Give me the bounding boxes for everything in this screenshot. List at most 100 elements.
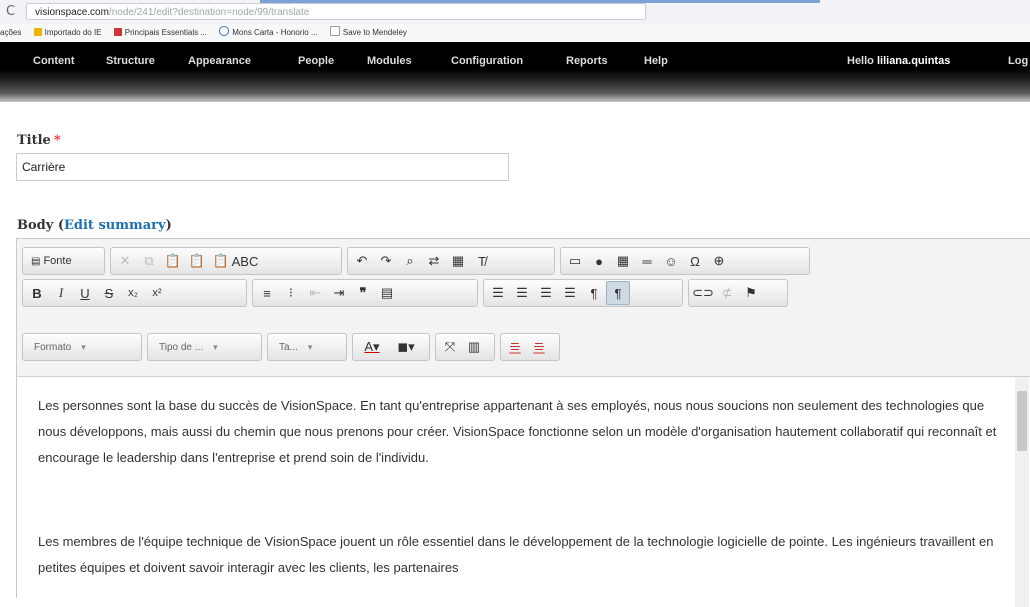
required-marker: * — [53, 133, 61, 148]
copy-icon[interactable]: ⧉ — [137, 249, 161, 273]
find-icon[interactable]: ⌕ — [398, 249, 422, 273]
text-color-icon[interactable]: A▾ — [355, 335, 389, 359]
admin-toolbar: Content Structure Appearance People Modu… — [0, 42, 1030, 102]
source-button[interactable]: ▤ Fonte — [25, 249, 78, 273]
username-link[interactable]: liliana.quintas — [877, 55, 950, 67]
subscript-icon[interactable]: x₂ — [121, 281, 145, 305]
paste-word-icon[interactable]: 📋 — [209, 249, 233, 273]
menu-content[interactable]: Content — [33, 55, 75, 67]
remove-format-icon[interactable]: T̸ — [470, 249, 494, 273]
globe-icon — [219, 26, 230, 36]
paste-text-icon[interactable]: 📋 — [185, 249, 209, 273]
url-host: visionspace.com — [35, 7, 109, 18]
flash-icon[interactable]: ● — [587, 249, 611, 273]
select-all-icon[interactable]: ▦ — [446, 249, 470, 273]
chevron-down-icon: ▾ — [307, 341, 313, 352]
indent-icon[interactable]: ⇥ — [327, 281, 351, 305]
menu-help[interactable]: Help — [644, 55, 668, 67]
underline-icon[interactable]: U — [73, 281, 97, 305]
reload-button[interactable]: C — [6, 4, 15, 19]
page-icon — [329, 26, 340, 36]
editor-scrollbar[interactable] — [1015, 377, 1029, 607]
bold-icon[interactable]: B — [25, 281, 49, 305]
ltr-icon[interactable]: ¶ — [582, 281, 606, 305]
menu-structure[interactable]: Structure — [106, 55, 155, 67]
browser-url-bar: C visionspace.com/node/241/edit?destinat… — [0, 0, 1030, 25]
align-right-icon[interactable]: ☰ — [534, 281, 558, 305]
cut-icon[interactable]: ✕ — [113, 249, 137, 273]
italic-icon[interactable]: I — [49, 281, 73, 305]
title-label: Title * — [17, 133, 61, 148]
folder-icon — [33, 28, 42, 36]
scrollbar-thumb[interactable] — [1017, 391, 1027, 451]
bookmark-item[interactable]: ações — [0, 24, 21, 42]
toolbar-group-spell: 亖 亖 — [500, 333, 560, 361]
body-label: Body (Edit summary) — [17, 218, 172, 233]
menu-reports[interactable]: Reports — [566, 55, 608, 67]
image-icon[interactable]: ▭ — [563, 249, 587, 273]
toolbar-group-align: ☰ ☰ ☰ ☰ ¶ ¶ — [483, 279, 683, 307]
toolbar-group-format: Formato ▾ — [22, 333, 142, 361]
undo-icon[interactable]: ↶ — [350, 249, 374, 273]
bookmark-item[interactable]: Importado do IE — [33, 24, 102, 42]
menu-modules[interactable]: Modules — [367, 55, 412, 67]
user-greeting: Hello liliana.quintas — [847, 55, 951, 67]
toolbar-group-clipboard: ✕ ⧉ 📋 📋 📋 ABC — [110, 247, 342, 275]
special-char-icon[interactable]: Ω — [683, 249, 707, 273]
spellcheck-red-icon[interactable]: 亖 — [503, 335, 527, 359]
table-icon[interactable]: ▦ — [611, 249, 635, 273]
body-paragraph-2: Les membres de l'équipe technique de Vis… — [38, 534, 994, 575]
bulleted-list-icon[interactable]: ⁝ — [279, 281, 303, 305]
toolbar-group-colors: A▾ ◼▾ — [352, 333, 430, 361]
show-blocks-icon[interactable]: ▥ — [462, 335, 486, 359]
source-icon: ▤ — [31, 255, 41, 267]
background-color-icon[interactable]: ◼▾ — [389, 335, 423, 359]
toolbar-group-basicstyles: B I U S x₂ x² — [22, 279, 247, 307]
strikethrough-icon[interactable]: S — [97, 281, 121, 305]
size-dropdown[interactable]: Ta... ▾ — [271, 336, 320, 358]
spellcheck-icon[interactable]: ABC — [232, 249, 259, 273]
toolbar-group-font: Tipo de ... ▾ — [147, 333, 262, 361]
toolbar-group-insert: ▭ ● ▦ ═ ☺ Ω ⊕ — [560, 247, 810, 275]
anchor-flag-icon[interactable]: ⚑ — [739, 281, 763, 305]
rtl-icon[interactable]: ¶ — [606, 281, 630, 305]
url-path: /node/241/edit?destination=node/99/trans… — [108, 7, 310, 18]
smiley-icon[interactable]: ☺ — [659, 249, 683, 273]
blockquote-icon[interactable]: ❞ — [351, 281, 375, 305]
font-dropdown[interactable]: Tipo de ... ▾ — [151, 336, 226, 358]
bookmark-item[interactable]: Principais Essentials ... — [113, 24, 207, 42]
outdent-icon[interactable]: ⇤ — [303, 281, 327, 305]
grammar-red-icon[interactable]: 亖 — [527, 335, 551, 359]
toolbar-group-size: Ta... ▾ — [267, 333, 347, 361]
div-container-icon[interactable]: ▤ — [375, 281, 399, 305]
numbered-list-icon[interactable]: ≡ — [255, 281, 279, 305]
maximize-icon[interactable]: ⤧ — [438, 335, 462, 359]
replace-icon[interactable]: ⇄ — [422, 249, 446, 273]
address-field[interactable]: visionspace.com/node/241/edit?destinatio… — [26, 3, 646, 20]
justify-icon[interactable]: ☰ — [558, 281, 582, 305]
logout-link[interactable]: Log — [1008, 55, 1028, 67]
align-left-icon[interactable]: ☰ — [486, 281, 510, 305]
bookmarks-bar: ações Importado do IE Principais Essenti… — [0, 24, 1030, 43]
page-break-icon[interactable]: ⊕ — [707, 249, 731, 273]
bookmark-item[interactable]: Mons Carta - Honorio ... — [219, 24, 318, 42]
redo-icon[interactable]: ↷ — [374, 249, 398, 273]
toolbar-group-links: ⊂⊃ ⊄ ⚑ — [688, 279, 788, 307]
toolbar-group-tools: ⤧ ▥ — [435, 333, 495, 361]
format-dropdown[interactable]: Formato ▾ — [26, 336, 94, 358]
menu-appearance[interactable]: Appearance — [188, 55, 251, 67]
bookmark-icon — [113, 28, 122, 36]
bookmark-item[interactable]: Save to Mendeley — [329, 24, 407, 42]
link-icon[interactable]: ⊂⊃ — [691, 281, 715, 305]
editor-content-area[interactable]: Les personnes sont la base du succès de … — [17, 376, 1030, 607]
superscript-icon[interactable]: x² — [145, 281, 169, 305]
menu-configuration[interactable]: Configuration — [451, 55, 523, 67]
edit-summary-link[interactable]: Edit summary — [64, 218, 166, 233]
horizontal-line-icon[interactable]: ═ — [635, 249, 659, 273]
unlink-icon[interactable]: ⊄ — [715, 281, 739, 305]
toolbar-group-source: ▤ Fonte — [22, 247, 105, 275]
paste-icon[interactable]: 📋 — [161, 249, 185, 273]
align-center-icon[interactable]: ☰ — [510, 281, 534, 305]
title-input[interactable]: Carrière — [16, 153, 509, 181]
menu-people[interactable]: People — [298, 55, 334, 67]
